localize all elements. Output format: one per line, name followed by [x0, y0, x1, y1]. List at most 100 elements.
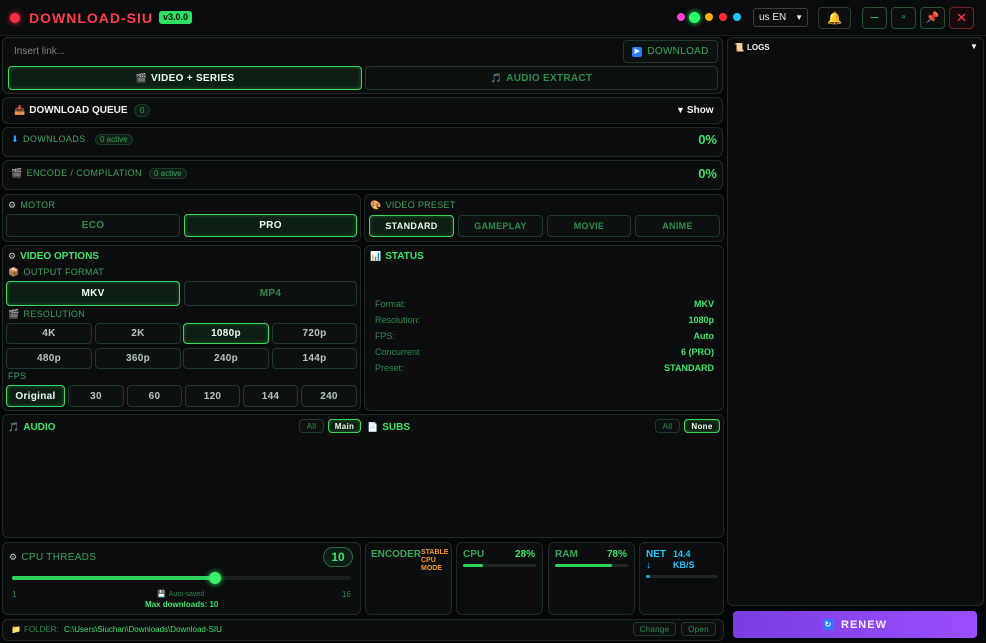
tab-video-series-label: VIDEO + SERIES	[151, 72, 235, 84]
preset-gameplay-button[interactable]: GAMEPLAY	[458, 215, 543, 237]
preset-movie-button[interactable]: MOVIE	[547, 215, 631, 237]
resolution-4k-button[interactable]: 4K	[6, 323, 92, 344]
status-value: 6 (PRO)	[680, 347, 714, 357]
language-label: us EN	[759, 12, 787, 23]
renew-button[interactable]: ↻ RENEW	[733, 611, 977, 638]
format-mp4-button[interactable]: MP4	[184, 281, 357, 306]
resolution-2k-button[interactable]: 2K	[95, 323, 181, 344]
resolution-144p-button[interactable]: 144p	[272, 348, 357, 369]
resolution-720p-button[interactable]: 720p	[272, 323, 357, 344]
theme-dot-green[interactable]	[689, 12, 700, 23]
film-icon: 🎬	[11, 168, 23, 178]
theme-dot-pink[interactable]	[677, 13, 685, 21]
subs-header: 📄 SUBS	[367, 422, 410, 433]
queue-show-toggle[interactable]: ▼ Show	[676, 105, 714, 116]
theme-dot-red[interactable]	[719, 13, 727, 21]
encode-active-badge: 0 active	[149, 168, 187, 179]
chevron-down-icon: ▼	[795, 13, 803, 22]
fps-label: FPS	[8, 371, 27, 381]
cpu-threads-max: 16	[342, 590, 351, 599]
music-icon: 🎵	[8, 422, 20, 432]
fps-60-button[interactable]: 60	[127, 385, 182, 407]
fps-120-button[interactable]: 120	[185, 385, 240, 407]
folder-path: C:\Users\Siuchan\Downloads\Download-SIU	[64, 625, 222, 634]
folder-label: 📁 FOLDER:	[11, 625, 59, 634]
close-button[interactable]: ✕	[949, 7, 974, 29]
resolution-360p-button[interactable]: 360p	[95, 348, 181, 369]
folder-open-button[interactable]: Open	[681, 622, 716, 636]
fps-144-button[interactable]: 144	[243, 385, 298, 407]
bell-icon: 🔔	[827, 11, 842, 25]
maximize-button[interactable]: ▫	[891, 7, 916, 29]
fps-30-button[interactable]: 30	[68, 385, 124, 407]
app-status-dot	[10, 13, 20, 23]
cpu-threads-min: 1	[12, 590, 17, 599]
download-button[interactable]: ▶ DOWNLOAD	[623, 40, 718, 63]
version-badge: v3.0.0	[159, 11, 193, 24]
encoder-title: ENCODER	[371, 549, 422, 560]
link-input[interactable]: Insert link...	[8, 42, 620, 62]
output-format-title: OUTPUT FORMAT	[23, 267, 105, 277]
encoder-mode-line2: CPU	[421, 557, 436, 564]
motor-pro-button[interactable]: PRO	[184, 214, 357, 237]
net-usage-bar	[646, 575, 718, 578]
resolution-240p-button[interactable]: 240p	[183, 348, 269, 369]
downloads-percent: 0%	[698, 132, 717, 147]
download-arrow-icon: ↓	[646, 560, 651, 571]
gear-icon: ⚙	[8, 200, 17, 210]
autosaved-indicator: 💾 Auto-saved	[157, 590, 204, 598]
audio-main-button[interactable]: Main	[328, 419, 361, 433]
renew-label: RENEW	[841, 618, 887, 631]
net-title: NET ↓	[646, 549, 666, 571]
cpu-title: CPU	[463, 549, 485, 560]
encode-percent: 0%	[698, 166, 717, 181]
pin-button[interactable]: 📌	[920, 7, 945, 29]
notifications-button[interactable]: 🔔	[818, 7, 851, 29]
tab-video-series[interactable]: 🎬 VIDEO + SERIES	[8, 66, 362, 90]
format-mkv-button[interactable]: MKV	[6, 281, 180, 306]
preset-anime-button[interactable]: ANIME	[635, 215, 720, 237]
logs-panel	[727, 37, 984, 606]
status-value: STANDARD	[664, 363, 714, 373]
fps-240-button[interactable]: 240	[301, 385, 357, 407]
cpu-threads-slider-track[interactable]	[12, 572, 351, 584]
encode-header: 🎬 ENCODE / COMPILATION	[11, 168, 142, 179]
scroll-icon: 📜	[734, 43, 744, 52]
cpu-threads-title: CPU THREADS	[21, 552, 97, 563]
subs-all-button[interactable]: All	[655, 419, 680, 433]
audio-all-button[interactable]: All	[299, 419, 324, 433]
fps-original-button[interactable]: Original	[6, 385, 65, 407]
status-value: Auto	[693, 331, 715, 341]
cpu-threads-label: ⚙ CPU THREADS	[9, 552, 96, 563]
logs-header[interactable]: 📜 LOGS	[734, 43, 770, 52]
gear-icon: ⚙	[9, 552, 18, 562]
theme-dot-orange[interactable]	[705, 13, 713, 21]
language-select[interactable]: us EN ▼	[753, 8, 808, 27]
theme-dot-cyan[interactable]	[733, 13, 741, 21]
status-value: MKV	[694, 299, 714, 309]
resolution-480p-button[interactable]: 480p	[6, 348, 92, 369]
motor-eco-button[interactable]: ECO	[6, 214, 180, 237]
video-options-header: ⚙ VIDEO OPTIONS	[8, 251, 99, 262]
status-key: FPS:	[375, 331, 396, 341]
logs-collapse-icon[interactable]: ▼	[970, 42, 978, 51]
minimize-button[interactable]: ─	[862, 7, 887, 29]
download-queue-header[interactable]: 📥 DOWNLOAD QUEUE	[14, 105, 128, 116]
tab-audio-extract-label: AUDIO EXTRACT	[506, 72, 593, 84]
folder-change-button[interactable]: Change	[633, 622, 676, 636]
status-row-resolution: Resolution: 1080p	[375, 315, 714, 325]
subs-none-button[interactable]: None	[684, 419, 720, 433]
tab-audio-extract[interactable]: 🎵 AUDIO EXTRACT	[365, 66, 718, 90]
gear-icon: ⚙	[8, 251, 17, 261]
film-icon: 🎬	[8, 309, 20, 319]
net-speed-unit: KB/S	[673, 560, 695, 570]
close-icon: ✕	[956, 10, 967, 25]
encode-title: ENCODE / COMPILATION	[26, 168, 142, 178]
video-preset-label: 🎨 VIDEO PRESET	[370, 200, 456, 211]
resolution-1080p-button[interactable]: 1080p	[183, 323, 269, 344]
document-icon: 📄	[367, 422, 379, 432]
folder-icon: 📁	[11, 625, 21, 634]
audio-subs-panel	[2, 414, 724, 538]
folder-label-text: FOLDER:	[23, 625, 59, 634]
preset-standard-button[interactable]: STANDARD	[369, 215, 454, 237]
